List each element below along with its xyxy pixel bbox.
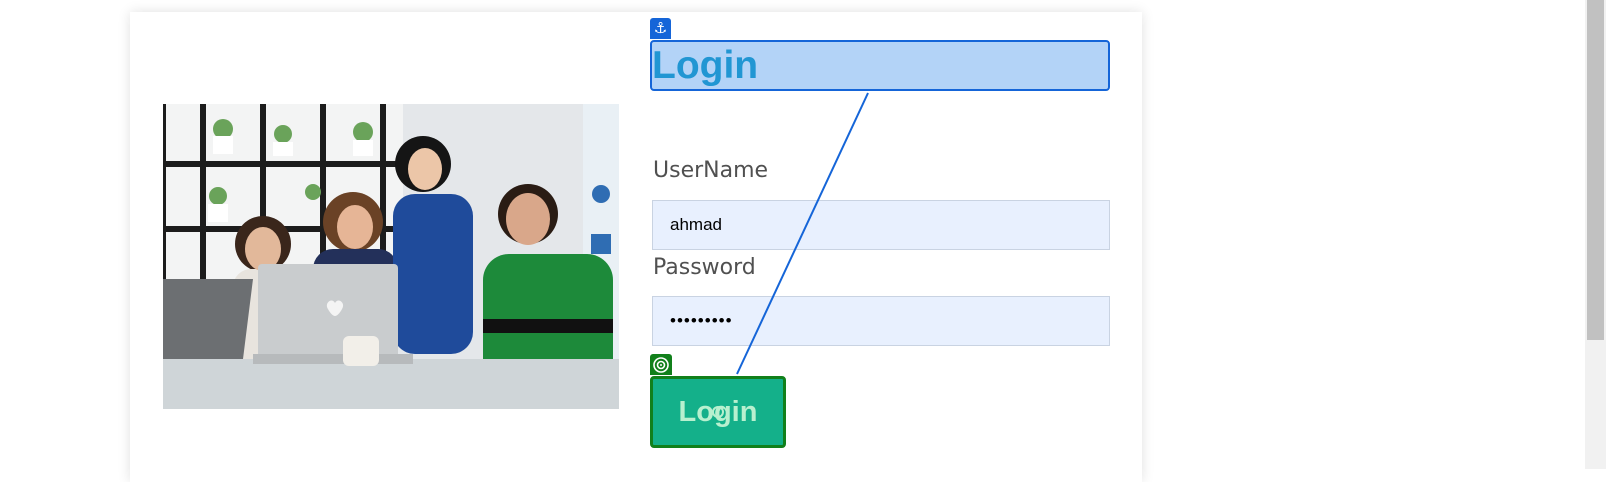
username-field[interactable] xyxy=(652,200,1110,250)
password-label: Password xyxy=(653,255,756,280)
page-title: Login xyxy=(652,44,759,87)
password-field[interactable]: ••••••••• xyxy=(652,296,1110,346)
scrollbar-thumb[interactable] xyxy=(1587,0,1604,340)
anchor-icon: ⚓ xyxy=(650,18,671,39)
target-icon xyxy=(650,354,672,375)
username-label: UserName xyxy=(653,158,769,183)
team-photo xyxy=(163,104,619,409)
login-button[interactable]: Login xyxy=(650,376,786,448)
